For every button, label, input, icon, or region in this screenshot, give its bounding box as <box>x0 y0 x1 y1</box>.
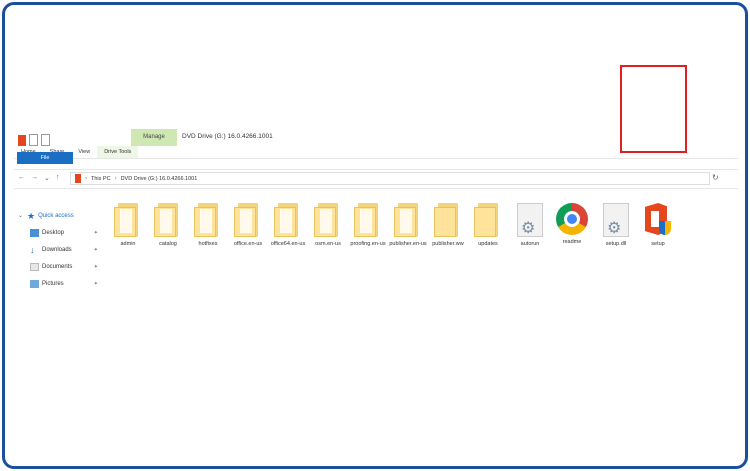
file-name: proofing.en-us <box>350 241 386 247</box>
breadcrumb-dvd-drive[interactable]: DVD Drive (G:) 16.0.4266.1001 <box>121 176 198 182</box>
folder-icon <box>474 203 502 237</box>
file-item-catalog[interactable]: catalog <box>148 203 188 248</box>
file-name: admin <box>120 241 136 247</box>
up-arrow-icon[interactable]: ↑ <box>56 174 60 182</box>
drive-office-icon <box>75 174 81 183</box>
folder-icon <box>394 203 422 237</box>
breadcrumb-this-pc[interactable]: This PC <box>91 176 111 182</box>
chevron-right-icon[interactable]: › <box>115 176 117 182</box>
pin-icon: ✦ <box>93 263 98 270</box>
file-item-publisher-ww[interactable]: publisher.ww <box>428 203 468 248</box>
sidebar-item-downloads[interactable]: ↓ Downloads ✦ <box>18 241 98 258</box>
quick-access-toolbar <box>18 133 50 147</box>
file-list: admin catalog hotfixes office.en-us offi… <box>100 197 720 297</box>
sidebar-item-label: Desktop <box>42 229 65 236</box>
office-icon <box>18 134 26 146</box>
file-name: catalog <box>159 241 177 247</box>
back-arrow-icon[interactable]: ← <box>18 174 25 182</box>
folder-icon <box>274 203 302 237</box>
chevron-down-icon[interactable]: ⌄ <box>18 212 24 219</box>
chevron-right-icon[interactable]: › <box>85 176 87 182</box>
address-bar[interactable]: › This PC › DVD Drive (G:) 16.0.4266.100… <box>70 172 710 185</box>
download-icon: ↓ <box>30 244 35 255</box>
refresh-icon[interactable]: ↻ <box>712 173 719 182</box>
pin-icon: ✦ <box>93 280 98 287</box>
new-folder-icon[interactable] <box>41 134 50 146</box>
setup-highlight-box <box>620 65 687 153</box>
sidebar-item-label: Documents <box>42 263 73 270</box>
folder-icon <box>114 203 142 237</box>
pin-icon: ✦ <box>93 246 98 253</box>
star-icon: ★ <box>27 210 36 221</box>
file-item-proofing-en-us[interactable]: proofing.en-us <box>348 203 388 248</box>
navigation-pane: ⌄ ★ Quick access Desktop ✦ ↓ Downloads ✦… <box>18 207 98 292</box>
office-setup-icon <box>643 203 673 237</box>
forward-arrow-icon[interactable]: → <box>31 174 38 182</box>
file-name: setup <box>651 241 665 247</box>
address-bar-row: ← → ⌄ ↑ › This PC › DVD Drive (G:) 16.0.… <box>14 169 738 189</box>
sidebar-item-desktop[interactable]: Desktop ✦ <box>18 224 98 241</box>
file-item-office-en-us[interactable]: office.en-us <box>228 203 268 248</box>
sidebar-item-documents[interactable]: Documents ✦ <box>18 258 98 275</box>
file-name: autorun <box>520 241 540 247</box>
sidebar-item-quick-access[interactable]: ⌄ ★ Quick access <box>18 207 98 224</box>
file-name: setup.dll <box>605 241 627 247</box>
tab-drive-tools[interactable]: Drive Tools <box>97 146 139 158</box>
file-item-updates[interactable]: updates <box>468 203 508 248</box>
folder-icon <box>154 203 182 237</box>
file-item-setup-dll[interactable]: ⚙ setup.dll <box>596 203 636 248</box>
folder-icon <box>234 203 262 237</box>
file-name: publisher.en-us <box>389 241 427 247</box>
folder-icon <box>434 203 462 237</box>
sidebar-item-pictures[interactable]: Pictures ✦ <box>18 275 98 292</box>
desktop-icon <box>30 228 39 237</box>
folder-icon <box>314 203 342 237</box>
navigation-buttons: ← → ⌄ ↑ <box>18 174 59 182</box>
properties-icon[interactable] <box>29 134 38 146</box>
file-name: publisher.ww <box>432 241 464 247</box>
file-name: updates <box>478 241 498 247</box>
file-item-publisher-en-us[interactable]: publisher.en-us <box>388 203 428 248</box>
file-item-office64-en-us[interactable]: office64.en-us <box>268 203 308 248</box>
file-item-setup[interactable]: setup <box>638 203 678 248</box>
folder-icon <box>354 203 382 237</box>
tab-file[interactable]: File <box>17 152 73 164</box>
documents-icon <box>30 262 39 271</box>
window-title: DVD Drive (G:) 16.0.4266.1001 <box>182 133 273 140</box>
sidebar-item-label: Downloads <box>42 246 72 253</box>
settings-file-icon: ⚙ <box>517 203 543 237</box>
file-item-readme[interactable]: readme <box>552 203 592 246</box>
chrome-icon <box>556 203 588 235</box>
recent-chevron-icon[interactable]: ⌄ <box>44 174 50 182</box>
file-item-autorun[interactable]: ⚙ autorun <box>510 203 550 248</box>
sidebar-item-label: Pictures <box>42 280 64 287</box>
sidebar-item-label: Quick access <box>38 212 74 219</box>
settings-file-icon: ⚙ <box>603 203 629 237</box>
tab-view[interactable]: View <box>71 146 97 158</box>
file-name: office64.en-us <box>270 241 306 247</box>
file-item-hotfixes[interactable]: hotfixes <box>188 203 228 248</box>
file-item-admin[interactable]: admin <box>108 203 148 248</box>
file-item-osm-en-us[interactable]: osm.en-us <box>308 203 348 248</box>
file-name: hotfixes <box>198 241 218 247</box>
folder-icon <box>194 203 222 237</box>
manage-context-tab[interactable]: Manage <box>131 129 177 146</box>
file-name: readme <box>562 239 582 245</box>
pictures-icon <box>30 279 39 288</box>
file-name: office.en-us <box>233 241 263 247</box>
pin-icon: ✦ <box>93 229 98 236</box>
file-name: osm.en-us <box>315 241 341 247</box>
